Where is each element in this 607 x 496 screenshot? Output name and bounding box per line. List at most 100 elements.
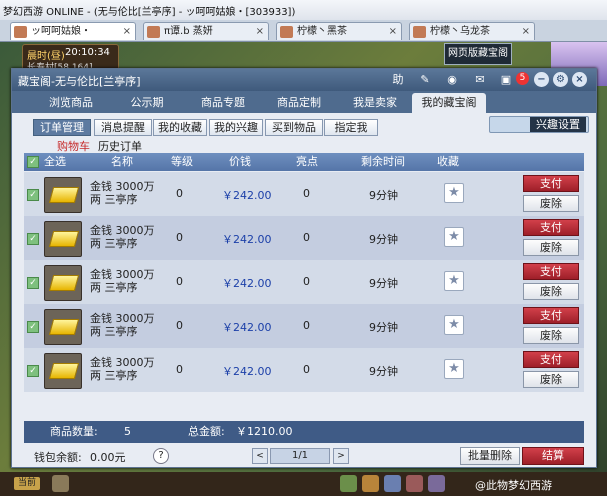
pay-button[interactable]: 支付 (523, 175, 579, 192)
close-icon[interactable]: × (256, 23, 264, 41)
select-all-checkbox[interactable]: ✓ (27, 156, 39, 168)
star-icon[interactable]: ★ (444, 315, 464, 335)
wallet-balance: 0.00元 (90, 451, 126, 464)
item-name[interactable]: 金钱 3000万两 三亭序 (90, 268, 164, 294)
avatar (14, 26, 27, 38)
cart-rows: ✓ 金钱 3000万两 三亭序 0 ￥242.00 0 9分钟 ★ 支付 废除 … (24, 172, 584, 392)
item-price: ￥242.00 (222, 365, 272, 378)
tab-seller[interactable]: 我是卖家 (338, 93, 412, 113)
subtab-assigned[interactable]: 指定我 (324, 119, 378, 136)
subtab-orders[interactable]: 订单管理 (33, 119, 91, 136)
subtab-favorites[interactable]: 我的收藏 (153, 119, 207, 136)
nav-tabs: 浏览商品 公示期 商品专题 商品定制 我是卖家 我的藏宝阁 ⌕ (12, 91, 596, 133)
pet-icon[interactable] (406, 475, 423, 492)
help-icon[interactable]: ? (153, 448, 169, 464)
table-row: ✓ 金钱 3000万两 三亭序 0 ￥242.00 0 9分钟 ★ 支付 废除 (24, 348, 584, 392)
cancel-button[interactable]: 废除 (523, 239, 579, 256)
item-name[interactable]: 金钱 3000万两 三亭序 (90, 356, 164, 382)
gold-icon (44, 265, 82, 301)
cancel-button[interactable]: 废除 (523, 371, 579, 388)
item-count: 5 (124, 425, 131, 438)
tab-custom[interactable]: 商品定制 (262, 93, 336, 113)
pay-button[interactable]: 支付 (523, 351, 579, 368)
tab-my-treasure[interactable]: 我的藏宝阁 (412, 93, 486, 113)
os-title-bar: 梦幻西游 ONLINE - (无与伦比[兰亭序] - ッ呵呵姑娘・[303933… (0, 0, 607, 21)
settings-button[interactable]: ⚙ (553, 72, 568, 87)
close-icon[interactable]: × (522, 23, 530, 41)
chat-icon[interactable]: ✉ (472, 72, 488, 88)
star-icon[interactable]: ★ (444, 271, 464, 291)
table-row: ✓ 金钱 3000万两 三亭序 0 ￥242.00 0 9分钟 ★ 支付 废除 (24, 260, 584, 304)
gold-icon (44, 353, 82, 389)
skill-icon[interactable] (362, 475, 379, 492)
star-icon[interactable]: ★ (444, 183, 464, 203)
pay-button[interactable]: 支付 (523, 263, 579, 280)
game-tab-bar: ッ呵呵姑娘・ × π谭.b 蒸妍 × 柠檬丶黑茶 × 柠檬丶乌龙茶 × (0, 20, 607, 42)
row-checkbox[interactable]: ✓ (27, 233, 39, 245)
cart-icon[interactable]: ▣ (498, 72, 514, 88)
subtab-interests[interactable]: 我的兴趣 (209, 119, 263, 136)
gold-icon (44, 221, 82, 257)
table-header: ✓ 全选 名称 等级 价钱 亮点 剩余时间 收藏 (24, 153, 584, 171)
help-label[interactable]: 助 (390, 72, 406, 88)
checkout-button[interactable]: 结算 (522, 447, 584, 465)
tab-topics[interactable]: 商品专题 (186, 93, 260, 113)
pay-button[interactable]: 支付 (523, 307, 579, 324)
game-tab-0[interactable]: ッ呵呵姑娘・ × (10, 22, 136, 40)
batch-delete-button[interactable]: 批量删除 (460, 447, 520, 465)
edit-icon[interactable]: ✎ (417, 72, 433, 88)
row-checkbox[interactable]: ✓ (27, 277, 39, 289)
item-level: 0 (176, 363, 183, 376)
cancel-button[interactable]: 废除 (523, 283, 579, 300)
game-status-bar: 当前 @此物梦幻西游 (0, 472, 607, 496)
channel-label[interactable]: 当前 (14, 477, 40, 490)
item-highlight: 0 (303, 319, 310, 332)
header-level: 等级 (171, 155, 193, 168)
row-checkbox[interactable]: ✓ (27, 321, 39, 333)
map-icon[interactable] (428, 475, 445, 492)
mic-icon[interactable] (52, 475, 69, 492)
order-tab-history[interactable]: 历史订单 (98, 138, 142, 154)
cancel-button[interactable]: 废除 (523, 195, 579, 212)
close-button[interactable]: × (572, 72, 587, 87)
item-name[interactable]: 金钱 3000万两 三亭序 (90, 224, 164, 250)
count-label: 商品数量: (50, 425, 98, 438)
item-level: 0 (176, 231, 183, 244)
record-icon[interactable]: ◉ (444, 72, 460, 88)
star-icon[interactable]: ★ (444, 227, 464, 247)
game-tab-label: π谭.b 蒸妍 (164, 26, 213, 37)
close-icon[interactable]: × (123, 23, 131, 41)
game-tab-label: 柠檬丶乌龙茶 (430, 26, 490, 37)
tab-public-period[interactable]: 公示期 (110, 93, 184, 113)
close-icon[interactable]: × (389, 23, 397, 41)
order-tab-cart[interactable]: 购物车 (57, 138, 90, 154)
bag-icon[interactable] (340, 475, 357, 492)
header-select-all: 全选 (44, 155, 66, 168)
star-icon[interactable]: ★ (444, 359, 464, 379)
item-name[interactable]: 金钱 3000万两 三亭序 (90, 312, 164, 338)
cancel-button[interactable]: 废除 (523, 327, 579, 344)
interest-settings-button[interactable]: 兴趣设置 (530, 117, 586, 132)
prev-page-button[interactable]: < (252, 448, 268, 464)
subtab-messages[interactable]: 消息提醒 (94, 119, 152, 136)
game-tab-3[interactable]: 柠檬丶乌龙茶 × (409, 22, 535, 40)
game-tab-label: ッ呵呵姑娘・ (31, 26, 91, 37)
team-icon[interactable] (384, 475, 401, 492)
game-tab-1[interactable]: π谭.b 蒸妍 × (143, 22, 269, 40)
header-favorite: 收藏 (437, 155, 459, 168)
avatar (280, 26, 293, 38)
subtab-bought[interactable]: 买到物品 (265, 119, 323, 136)
web-treasure-button[interactable]: 网页版藏宝阁 (444, 43, 512, 65)
minimize-button[interactable]: − (534, 72, 549, 87)
item-name[interactable]: 金钱 3000万两 三亭序 (90, 180, 164, 206)
game-tab-2[interactable]: 柠檬丶黑茶 × (276, 22, 402, 40)
row-checkbox[interactable]: ✓ (27, 189, 39, 201)
game-tab-label: 柠檬丶黑茶 (297, 26, 347, 37)
table-row: ✓ 金钱 3000万两 三亭序 0 ￥242.00 0 9分钟 ★ 支付 废除 (24, 216, 584, 260)
pay-button[interactable]: 支付 (523, 219, 579, 236)
watermark: @此物梦幻西游 (475, 479, 552, 492)
next-page-button[interactable]: > (333, 448, 349, 464)
row-checkbox[interactable]: ✓ (27, 365, 39, 377)
item-highlight: 0 (303, 363, 310, 376)
tab-browse[interactable]: 浏览商品 (34, 93, 108, 113)
